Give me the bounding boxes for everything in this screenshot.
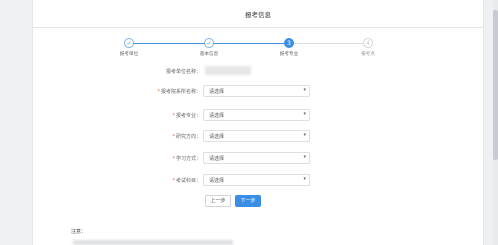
study-mode-select-value: 请选择: [209, 156, 225, 162]
required-mark: *: [172, 134, 175, 140]
dropdown-arrow-icon: ▾: [303, 132, 306, 138]
major-label: *报考专业：: [129, 112, 201, 119]
unit-name-label: 报考单位名称：: [129, 68, 201, 75]
research-direction-label-text: 研究方向：: [175, 134, 201, 140]
unit-name-label-text: 报考单位名称：: [165, 69, 201, 75]
department-label: *报考院系所名称：: [129, 88, 201, 95]
major-select-value: 请选择: [209, 113, 225, 119]
study-mode-label: *学习方式：: [129, 155, 201, 162]
department-select[interactable]: 请选择 ▾: [203, 85, 310, 97]
previous-step-button[interactable]: 上一步: [205, 195, 231, 207]
research-direction-label: *研究方向：: [129, 133, 201, 140]
exam-subjects-select-value: 请选择: [209, 178, 225, 184]
page-title: 报考信息: [245, 11, 271, 19]
dropdown-arrow-icon: ▾: [303, 176, 306, 182]
dropdown-arrow-icon: ▾: [303, 87, 306, 93]
required-mark: *: [172, 113, 175, 119]
step-1-check-icon: ✓: [124, 38, 134, 48]
research-direction-select-value: 请选择: [209, 134, 225, 140]
step-2-check-icon: ✓: [204, 38, 214, 48]
department-label-text: 报考院系所名称：: [160, 89, 201, 95]
next-step-button[interactable]: 下一步: [235, 195, 261, 207]
step-4-number: 4: [363, 38, 373, 48]
page-scrollbar[interactable]: [493, 0, 498, 245]
step-3-label: 报考专业: [279, 52, 299, 57]
department-select-value: 请选择: [209, 89, 225, 95]
content-panel: 报考信息 ✓ ✓ 3 4 报考单位 基本信息 报考专业 报考点 报考单位名称： …: [32, 0, 484, 245]
major-select[interactable]: 请选择 ▾: [203, 109, 310, 121]
step-1-label: 报考单位: [119, 52, 139, 57]
study-mode-label-text: 学习方式：: [175, 156, 201, 162]
step-2-label: 基本信息: [199, 52, 219, 57]
required-mark: *: [172, 178, 175, 184]
required-mark: *: [157, 89, 160, 95]
step-3-number: 3: [284, 38, 294, 48]
exam-subjects-select[interactable]: 请选择 ▾: [203, 174, 310, 186]
unit-name-value-redacted: [205, 66, 251, 75]
step-connector-1: [129, 43, 208, 44]
dropdown-arrow-icon: ▾: [303, 154, 306, 160]
major-label-text: 报考专业：: [175, 113, 201, 119]
notice-title: 注意：: [71, 229, 87, 235]
title-divider: [33, 27, 483, 28]
step-connector-3: [294, 43, 363, 44]
exam-subjects-label-text: 考试科目：: [175, 178, 201, 184]
dropdown-arrow-icon: ▾: [303, 111, 306, 117]
step-4-label: 报考点: [361, 52, 375, 57]
exam-subjects-label: *考试科目：: [129, 177, 201, 184]
required-mark: *: [172, 156, 175, 162]
step-connector-2: [213, 43, 289, 44]
research-direction-select[interactable]: 请选择 ▾: [203, 130, 310, 142]
study-mode-select[interactable]: 请选择 ▾: [203, 152, 310, 164]
notice-text-blurred: [73, 240, 233, 245]
scrollbar-thumb[interactable]: [493, 10, 498, 160]
